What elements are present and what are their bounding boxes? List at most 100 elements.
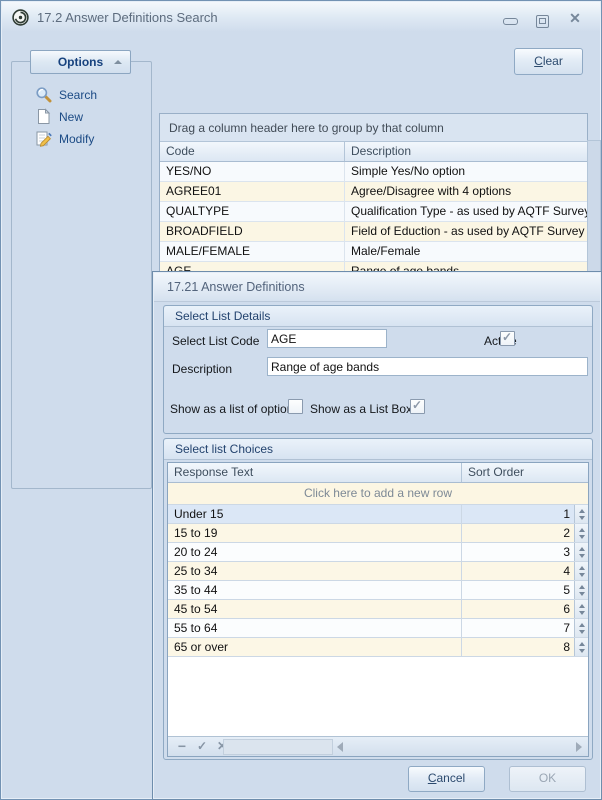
description-label: Description — [172, 361, 232, 377]
column-header-response-text[interactable]: Response Text — [168, 463, 462, 482]
choices-groupbox-header: Select list Choices — [164, 439, 592, 460]
options-item-modify[interactable]: Modify — [31, 129, 143, 149]
spin-down-icon[interactable] — [579, 611, 585, 615]
details-groupbox-header: Select List Details — [164, 306, 592, 327]
choices-header-row: Response Text Sort Order — [168, 463, 588, 483]
scroll-right-icon[interactable] — [576, 742, 582, 752]
scrollbar-thumb[interactable] — [223, 739, 333, 755]
spin-up-icon[interactable] — [579, 642, 585, 646]
post-edit-icon[interactable]: ✓ — [194, 737, 210, 756]
dialog-title: 17.21 Answer Definitions — [167, 280, 305, 294]
description-input[interactable] — [267, 357, 588, 376]
grid-header-row: Code Description — [160, 142, 587, 162]
spin-down-icon[interactable] — [579, 554, 585, 558]
group-by-hint[interactable]: Drag a column header here to group by th… — [160, 114, 587, 142]
sort-order-spinner[interactable] — [574, 619, 588, 637]
code-cell: YES/NO — [160, 162, 345, 181]
spin-down-icon[interactable] — [579, 630, 585, 634]
active-checkbox[interactable] — [500, 331, 515, 346]
dialog-titlebar[interactable]: 17.21 Answer Definitions — [154, 273, 600, 302]
sort-order-cell: 3 — [462, 543, 588, 561]
sort-order-value: 4 — [462, 562, 574, 580]
spin-down-icon[interactable] — [579, 592, 585, 596]
table-row[interactable]: QUALTYPE Qualification Type - as used by… — [160, 202, 587, 222]
search-icon — [35, 86, 52, 103]
minimize-icon[interactable] — [503, 18, 518, 25]
sort-order-spinner[interactable] — [574, 581, 588, 599]
spin-down-icon[interactable] — [579, 649, 585, 653]
close-icon[interactable]: ✕ — [565, 9, 585, 27]
list-item[interactable]: 20 to 24 3 — [168, 543, 588, 562]
cancel-button[interactable]: Cancel — [408, 766, 485, 792]
sort-order-value: 8 — [462, 638, 574, 656]
add-new-row[interactable]: Click here to add a new row — [168, 483, 588, 505]
spin-down-icon[interactable] — [579, 573, 585, 577]
options-item-new[interactable]: New — [31, 107, 143, 127]
answer-definitions-dialog: 17.21 Answer Definitions Select List Det… — [152, 271, 602, 800]
list-item[interactable]: 55 to 64 7 — [168, 619, 588, 638]
response-text-cell: 25 to 34 — [168, 562, 462, 580]
options-item-search[interactable]: Search — [31, 85, 143, 105]
sort-order-value: 5 — [462, 581, 574, 599]
ok-button[interactable]: OK — [509, 766, 586, 792]
table-row[interactable]: MALE/FEMALE Male/Female — [160, 242, 587, 262]
column-header-sort-order[interactable]: Sort Order — [462, 463, 588, 482]
options-item-label: Search — [59, 85, 97, 105]
choices-groupbox: Select list Choices Response Text Sort O… — [163, 438, 593, 760]
list-item[interactable]: 15 to 19 2 — [168, 524, 588, 543]
description-cell: Qualification Type - as used by AQTF Sur… — [345, 202, 587, 221]
options-panel-header[interactable]: Options — [30, 50, 131, 74]
spin-up-icon[interactable] — [579, 509, 585, 513]
options-item-label: New — [59, 107, 83, 127]
modify-document-icon — [35, 130, 52, 147]
sort-order-spinner[interactable] — [574, 543, 588, 561]
sort-order-spinner[interactable] — [574, 524, 588, 542]
sort-order-cell: 6 — [462, 600, 588, 618]
sort-order-value: 3 — [462, 543, 574, 561]
response-text-cell: 55 to 64 — [168, 619, 462, 637]
select-list-code-input[interactable] — [267, 329, 387, 348]
chevron-up-icon — [114, 60, 122, 64]
spin-up-icon[interactable] — [579, 566, 585, 570]
main-titlebar[interactable]: 17.2 Answer Definitions Search ✕ — [2, 2, 600, 32]
table-row[interactable]: AGREE01 Agree/Disagree with 4 options — [160, 182, 587, 202]
sort-order-cell: 5 — [462, 581, 588, 599]
sort-order-spinner[interactable] — [574, 638, 588, 656]
spin-up-icon[interactable] — [579, 623, 585, 627]
scroll-left-icon[interactable] — [337, 742, 343, 752]
clear-button[interactable]: Clear — [514, 48, 583, 75]
description-cell: Agree/Disagree with 4 options — [345, 182, 587, 201]
list-item[interactable]: 65 or over 8 — [168, 638, 588, 657]
sort-order-cell: 1 — [462, 505, 588, 523]
list-item[interactable]: Under 15 1 — [168, 505, 588, 524]
sort-order-spinner[interactable] — [574, 562, 588, 580]
grid-vertical-scrollbar[interactable] — [587, 140, 601, 276]
table-row[interactable]: YES/NO Simple Yes/No option — [160, 162, 587, 182]
spin-up-icon[interactable] — [579, 528, 585, 532]
maximize-icon[interactable] — [536, 15, 549, 28]
delete-row-icon[interactable]: − — [174, 737, 190, 756]
sort-order-spinner[interactable] — [574, 600, 588, 618]
spin-down-icon[interactable] — [579, 516, 585, 520]
column-header-description[interactable]: Description — [345, 142, 587, 161]
response-text-cell: 20 to 24 — [168, 543, 462, 561]
sort-order-spinner[interactable] — [574, 505, 588, 523]
list-item[interactable]: 35 to 44 5 — [168, 581, 588, 600]
show-listbox-checkbox[interactable] — [410, 399, 425, 414]
spin-up-icon[interactable] — [579, 604, 585, 608]
spin-up-icon[interactable] — [579, 547, 585, 551]
sort-order-cell: 4 — [462, 562, 588, 580]
spin-down-icon[interactable] — [579, 535, 585, 539]
show-options-checkbox[interactable] — [288, 399, 303, 414]
show-options-label: Show as a list of options — [170, 401, 299, 417]
table-row[interactable]: BROADFIELD Field of Eduction - as used b… — [160, 222, 587, 242]
main-window-title: 17.2 Answer Definitions Search — [37, 2, 218, 32]
spin-up-icon[interactable] — [579, 585, 585, 589]
list-item[interactable]: 45 to 54 6 — [168, 600, 588, 619]
column-header-code[interactable]: Code — [160, 142, 345, 161]
description-cell: Field of Eduction - as used by AQTF Surv… — [345, 222, 587, 241]
list-item[interactable]: 25 to 34 4 — [168, 562, 588, 581]
code-cell: MALE/FEMALE — [160, 242, 345, 261]
horizontal-scrollbar[interactable] — [333, 737, 588, 756]
options-item-label: Modify — [59, 129, 94, 149]
